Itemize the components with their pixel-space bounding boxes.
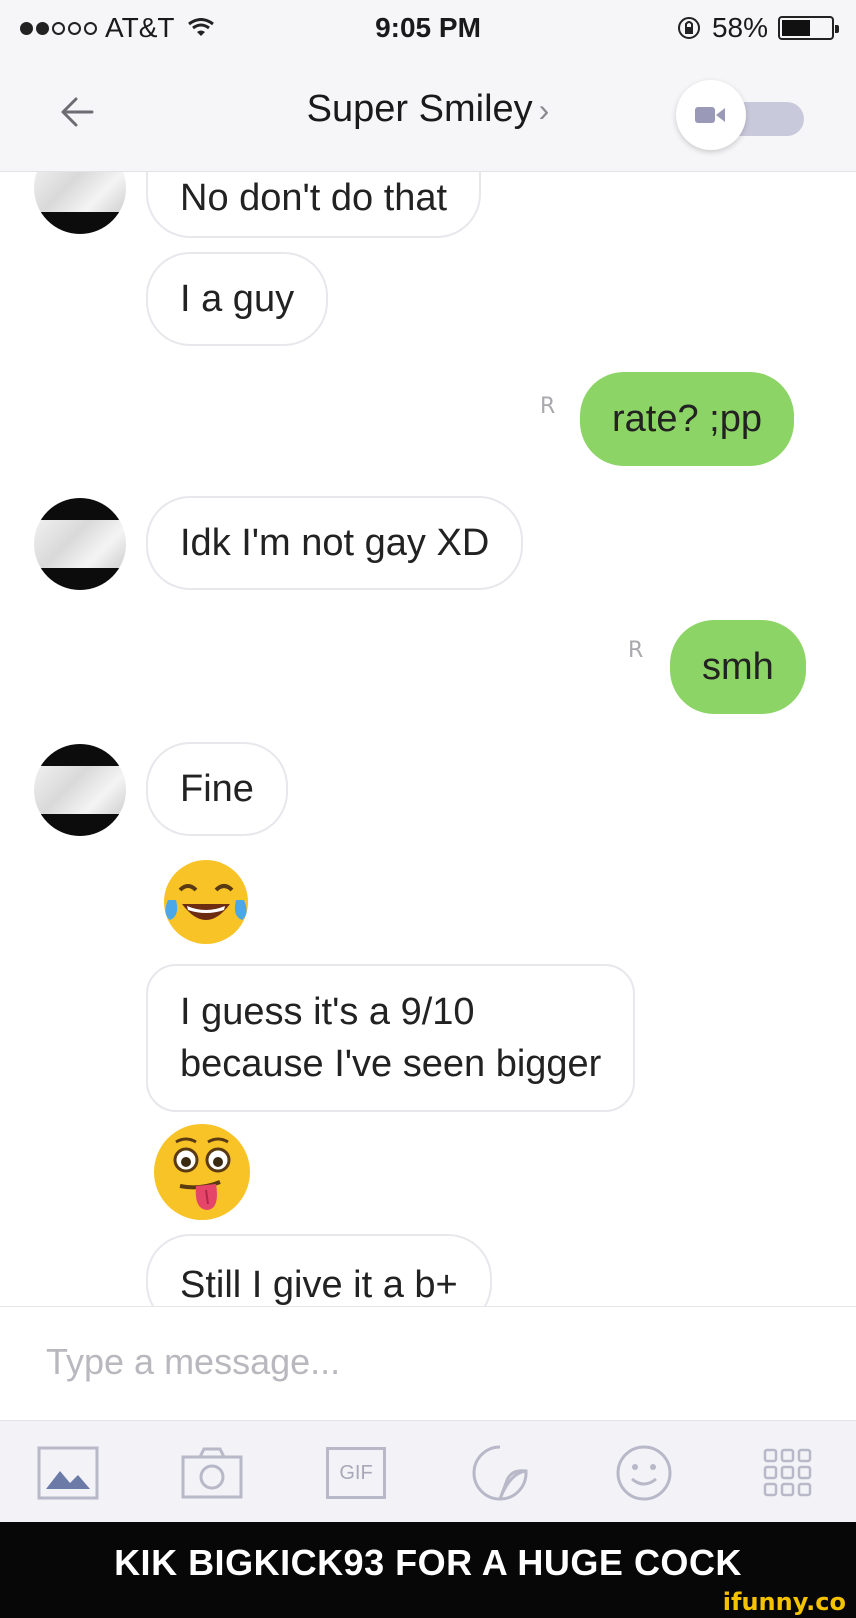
message-bubble[interactable]: I guess it's a 9/10 because I've seen bi…: [146, 964, 636, 1112]
message-text-line: because I've seen bigger: [180, 1043, 602, 1085]
caption-text: KIK BIGKICK93 FOR A HUGE COCK: [114, 1542, 742, 1583]
gif-button[interactable]: GIF: [324, 1443, 388, 1503]
message-text: Idk I'm not gay XD: [180, 522, 490, 564]
message-text: Fine: [180, 768, 254, 810]
meme-caption: KIK BIGKICK93 FOR A HUGE COCK ifunny.co: [0, 1522, 856, 1618]
smiley-button[interactable]: [612, 1443, 676, 1503]
message-text: Still I give it a b+: [180, 1264, 458, 1306]
avatar[interactable]: [34, 744, 126, 836]
read-receipt-icon: R: [540, 394, 556, 419]
message-text: smh: [702, 646, 774, 688]
message-composer[interactable]: Type a message...: [0, 1306, 856, 1420]
message-bubble-outgoing[interactable]: smh: [670, 620, 806, 714]
toggle-knob: [676, 80, 746, 150]
video-camera-icon: [695, 107, 725, 123]
chat-title: Super Smiley: [306, 88, 533, 130]
gallery-button[interactable]: [36, 1443, 100, 1503]
message-bubble[interactable]: Still I give it a b+: [146, 1234, 492, 1306]
zany-face-tongue-out-icon[interactable]: [150, 1120, 254, 1224]
status-bar: AT&T 9:05 PM 58%: [0, 0, 856, 58]
video-chat-toggle[interactable]: [676, 80, 806, 150]
avatar[interactable]: [34, 172, 126, 234]
smiley-icon: [616, 1445, 672, 1501]
face-with-tears-of-joy-icon[interactable]: [160, 856, 252, 948]
gif-icon: GIF: [326, 1447, 386, 1499]
watermark: ifunny.co: [722, 1588, 846, 1616]
message-text: rate? ;pp: [612, 398, 762, 440]
message-bubble[interactable]: No don't do that: [146, 172, 482, 238]
read-receipt-icon: R: [628, 638, 644, 663]
grid-apps-icon: [763, 1448, 812, 1497]
message-text: No don't do that: [180, 177, 448, 219]
chat-header: Super Smiley ›: [0, 58, 856, 172]
message-text: I a guy: [180, 278, 295, 320]
battery-icon: [778, 16, 839, 40]
message-bubble[interactable]: I a guy: [146, 252, 329, 346]
message-text-line: I guess it's a 9/10: [180, 991, 475, 1033]
avatar[interactable]: [34, 498, 126, 590]
orientation-lock-icon: [677, 17, 700, 39]
battery-percent: 58%: [711, 12, 768, 43]
composer-toolbar: GIF: [0, 1420, 856, 1522]
gif-label: GIF: [339, 1461, 373, 1484]
chevron-right-icon: ›: [538, 92, 550, 128]
camera-icon: [181, 1447, 243, 1499]
sticker-button[interactable]: [468, 1443, 532, 1503]
gallery-icon: [37, 1446, 99, 1500]
sticker-icon: [472, 1445, 528, 1501]
message-list[interactable]: No don't do that I a guy R rate? ;pp Idk…: [0, 172, 856, 1306]
message-bubble-outgoing[interactable]: rate? ;pp: [580, 372, 794, 466]
message-bubble[interactable]: Idk I'm not gay XD: [146, 496, 524, 590]
more-apps-button[interactable]: [756, 1443, 820, 1503]
message-bubble[interactable]: Fine: [146, 742, 288, 836]
battery-group: 58%: [676, 12, 839, 44]
message-input[interactable]: Type a message...: [46, 1341, 340, 1383]
camera-button[interactable]: [180, 1443, 244, 1503]
